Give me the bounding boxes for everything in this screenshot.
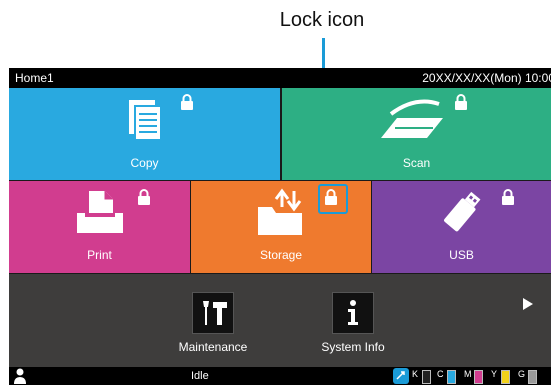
- ink-y-letter: Y: [491, 369, 498, 379]
- lock-icon: [502, 189, 514, 205]
- ink-g-level: [528, 370, 537, 384]
- system-info-icon-box: [332, 292, 374, 334]
- lock-icon: [325, 189, 337, 205]
- maintenance-label: Maintenance: [178, 340, 248, 354]
- ink-c-level: [447, 370, 456, 384]
- usb-label: USB: [449, 248, 474, 262]
- ink-y: Y: [491, 369, 510, 384]
- home-label: Home1: [15, 71, 54, 85]
- scan-label: Scan: [402, 156, 431, 170]
- ink-g: G: [518, 369, 537, 384]
- ink-m-level: [474, 370, 483, 384]
- storage-tile[interactable]: Storage: [191, 181, 371, 273]
- ink-g-letter: G: [518, 369, 526, 379]
- top-status-bar: Home1 20XX/XX/XX(Mon) 10:00: [9, 68, 551, 88]
- next-page-arrow-icon[interactable]: [522, 297, 534, 311]
- copy-label: Copy: [130, 156, 159, 170]
- user-icon[interactable]: [13, 368, 27, 384]
- print-tile[interactable]: Print: [9, 181, 190, 273]
- maintenance-icon-box: [192, 292, 234, 334]
- scan-tile[interactable]: Scan: [282, 88, 551, 180]
- lock-icon: [181, 94, 193, 110]
- storage-label: Storage: [259, 248, 303, 262]
- copy-tile[interactable]: Copy: [9, 88, 280, 180]
- ink-k: K: [412, 369, 431, 384]
- maintenance-button[interactable]: Maintenance: [168, 292, 258, 354]
- ink-refresh-icon: [393, 368, 409, 384]
- ink-c: C: [437, 369, 456, 384]
- usb-drive-icon: [444, 191, 481, 232]
- lock-icon-callout: Lock icon: [279, 9, 365, 31]
- ink-c-letter: C: [437, 369, 444, 379]
- ink-k-letter: K: [412, 369, 419, 379]
- system-info-button[interactable]: System Info: [308, 292, 398, 354]
- function-panel: Maintenance System Info: [9, 274, 551, 367]
- ink-k-level: [422, 370, 431, 384]
- printer-screen: Home1 20XX/XX/XX(Mon) 10:00 Copy Scan Pr…: [9, 68, 551, 385]
- copy-icon: [129, 100, 162, 141]
- bottom-status-bar: Idle K C M Y G: [9, 367, 551, 385]
- ink-y-level: [501, 370, 510, 384]
- lock-icon: [455, 94, 467, 110]
- usb-tile[interactable]: USB: [372, 181, 551, 273]
- datetime-label: 20XX/XX/XX(Mon) 10:00: [422, 71, 551, 85]
- status-idle: Idle: [191, 370, 209, 382]
- print-label: Print: [87, 248, 112, 262]
- ink-m-letter: M: [464, 369, 472, 379]
- scan-icon: [381, 99, 443, 138]
- storage-icon: [258, 188, 302, 235]
- print-icon: [77, 191, 123, 233]
- lock-icon: [138, 189, 150, 205]
- system-info-label: System Info: [321, 340, 385, 354]
- info-icon: [348, 300, 358, 325]
- ink-m: M: [464, 369, 483, 384]
- maintenance-tools-icon: [203, 301, 227, 325]
